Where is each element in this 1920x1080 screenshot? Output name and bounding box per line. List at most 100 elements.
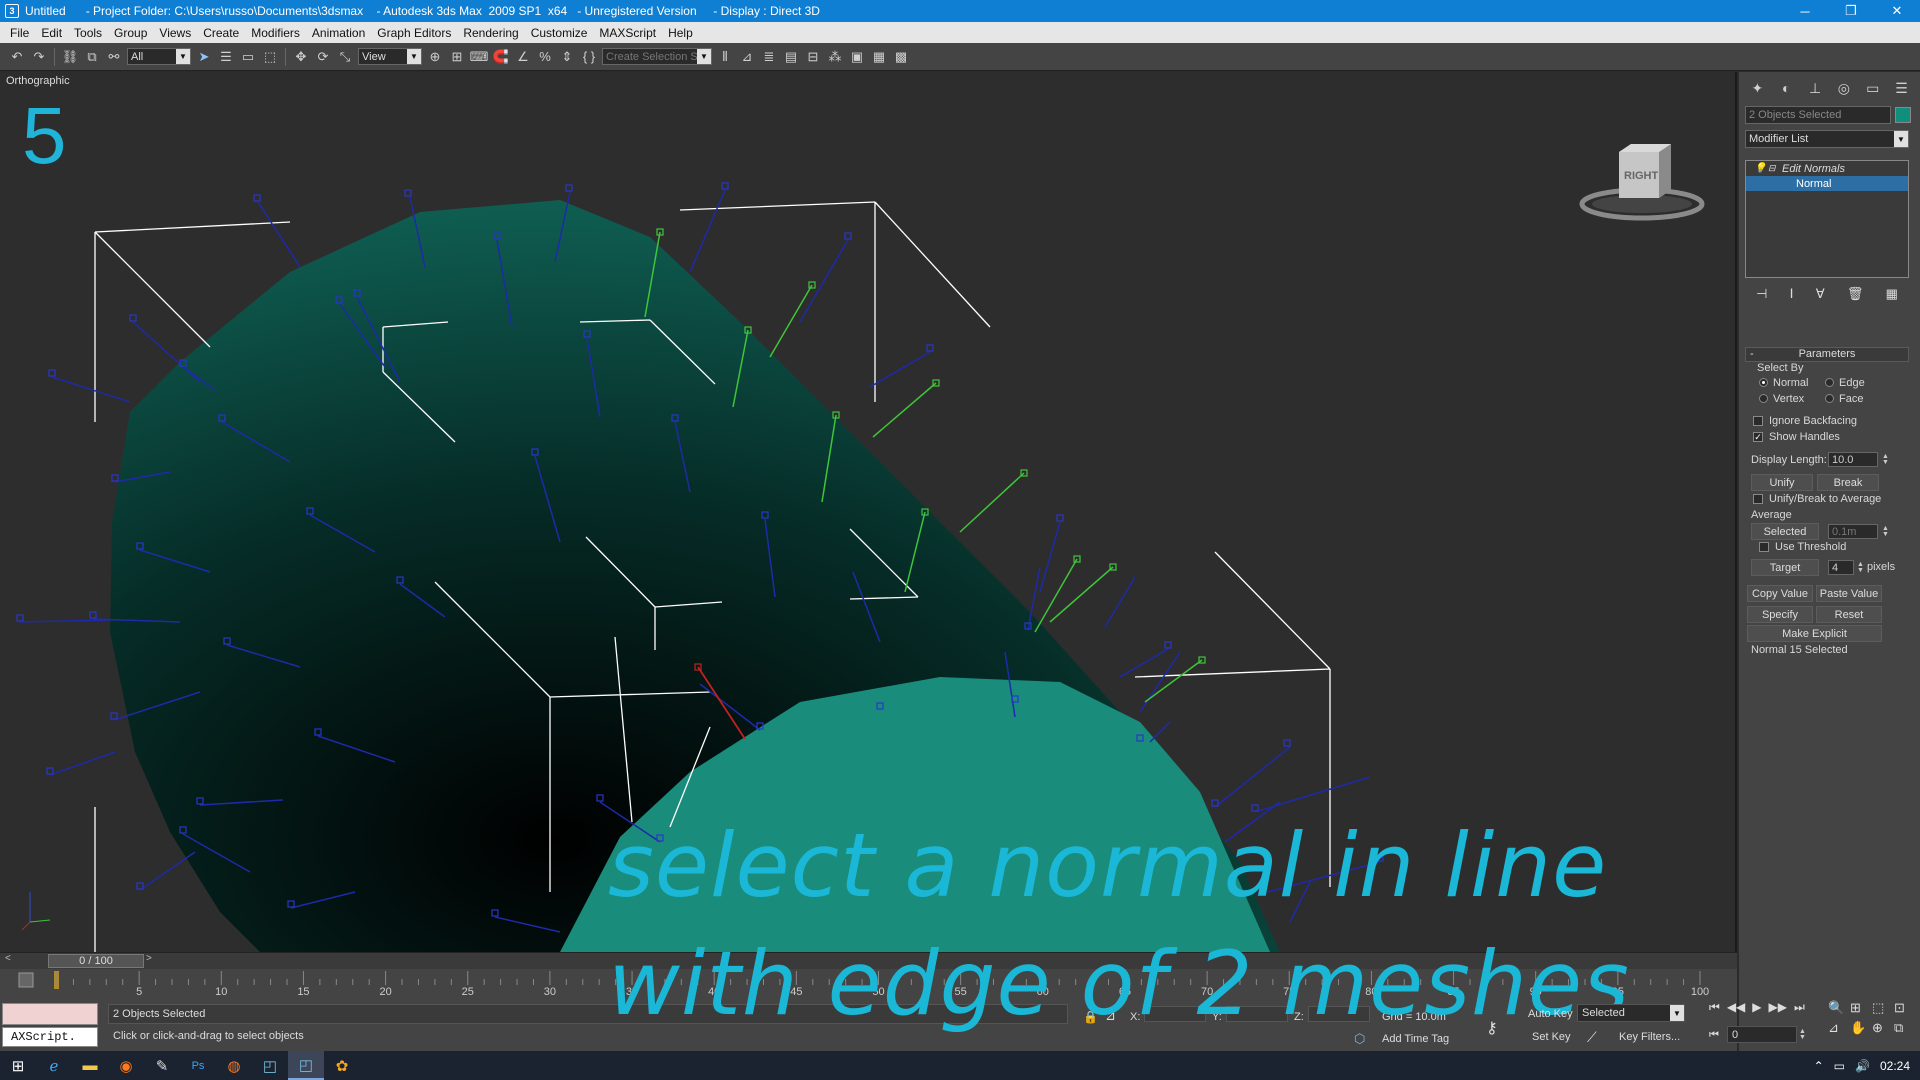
3dsmax-active-task-icon[interactable]: ◰: [288, 1051, 324, 1080]
paint-app-icon[interactable]: ✿: [324, 1051, 360, 1080]
pin-stack-icon[interactable]: ⊣: [1756, 286, 1767, 306]
set-key-icon[interactable]: ⟋: [1587, 1029, 1597, 1046]
chevron-up-icon[interactable]: ⌃: [1814, 1059, 1824, 1073]
lightbulb-icon[interactable]: 💡: [1754, 163, 1766, 174]
zoom-all-icon[interactable]: ⊞: [1850, 1000, 1872, 1016]
bind-spacewarp-icon[interactable]: ⚯: [105, 48, 123, 66]
orbit-icon[interactable]: ⊕: [1872, 1020, 1894, 1036]
zoom-extents-icon[interactable]: ⬚: [1872, 1000, 1894, 1016]
maxscript-listener-mini[interactable]: [2, 1003, 98, 1025]
display-tab-icon[interactable]: ▭: [1863, 78, 1883, 98]
angle-snap-icon[interactable]: ∠: [514, 48, 532, 66]
display-length-input[interactable]: 10.0: [1828, 452, 1878, 467]
stack-item-edit-normals[interactable]: 💡 ⊟ Edit Normals: [1746, 161, 1908, 176]
utilities-tab-icon[interactable]: ☰: [1892, 78, 1912, 98]
average-target-button[interactable]: Target: [1751, 559, 1819, 576]
radio-face[interactable]: [1825, 394, 1834, 403]
menu-modifiers[interactable]: Modifiers: [245, 26, 306, 40]
layer-manager-icon[interactable]: ≣: [760, 48, 778, 66]
specify-button[interactable]: Specify: [1747, 606, 1813, 623]
copy-value-button[interactable]: Copy Value: [1747, 585, 1813, 602]
3dsmax-task-icon[interactable]: ◰: [252, 1051, 288, 1080]
configure-sets-icon[interactable]: ▦: [1886, 286, 1898, 306]
undo-icon[interactable]: ↶: [8, 48, 26, 66]
clock[interactable]: 02:24: [1880, 1059, 1910, 1073]
select-link-icon[interactable]: ⛓: [61, 48, 79, 66]
show-handles-checkbox[interactable]: ✓: [1753, 432, 1763, 442]
menu-edit[interactable]: Edit: [35, 26, 68, 40]
menu-views[interactable]: Views: [153, 26, 197, 40]
spinner-arrows-icon[interactable]: ▲ ▼: [1882, 525, 1889, 538]
viewport-orthographic[interactable]: Orthographic 5 RIGHT select a normal in …: [0, 72, 1737, 952]
unify-break-avg-checkbox[interactable]: [1753, 494, 1763, 504]
menu-customize[interactable]: Customize: [525, 26, 594, 40]
next-frame-icon[interactable]: ▶▶: [1769, 1000, 1787, 1015]
next-frame-arrow-icon[interactable]: >: [146, 953, 152, 964]
show-end-result-icon[interactable]: Ⅰ: [1790, 286, 1794, 306]
quick-render-icon[interactable]: ▩: [892, 48, 910, 66]
volume-icon[interactable]: 🔊: [1855, 1059, 1870, 1073]
redo-icon[interactable]: ↷: [30, 48, 48, 66]
viewcube-face-label[interactable]: RIGHT: [1624, 170, 1658, 182]
goto-start-icon[interactable]: ⏮: [1709, 1000, 1720, 1015]
spinner-arrows-icon[interactable]: ▲ ▼: [1882, 453, 1889, 466]
select-manipulate-icon[interactable]: ⊞: [448, 48, 466, 66]
key-mode-dropdown[interactable]: Selected ▼: [1577, 1004, 1685, 1022]
zoom-extents-all-icon[interactable]: ⊡: [1894, 1000, 1916, 1016]
pivot-center-icon[interactable]: ⊕: [426, 48, 444, 66]
modifier-list-dropdown[interactable]: Modifier List ▼: [1745, 130, 1909, 148]
parameters-rollout[interactable]: - Parameters: [1745, 347, 1909, 362]
windows-start-icon[interactable]: ⊞: [0, 1051, 36, 1080]
use-threshold-checkbox[interactable]: [1759, 542, 1769, 552]
stack-item-normal[interactable]: Normal: [1746, 176, 1908, 191]
rendered-frame-icon[interactable]: ▦: [870, 48, 888, 66]
spinner-arrows-icon[interactable]: ▲ ▼: [1857, 561, 1864, 574]
curve-editor-icon[interactable]: ▤: [782, 48, 800, 66]
schematic-view-icon[interactable]: ⊟: [804, 48, 822, 66]
object-name-field[interactable]: 2 Objects Selected: [1745, 106, 1891, 124]
selection-filter-dropdown[interactable]: All ▼: [127, 48, 191, 65]
app-3dsmax-icon[interactable]: 3: [5, 4, 19, 18]
mirror-icon[interactable]: ⫴: [716, 48, 734, 66]
make-explicit-button[interactable]: Make Explicit: [1747, 625, 1882, 642]
menu-graph-editors[interactable]: Graph Editors: [371, 26, 457, 40]
motion-tab-icon[interactable]: ◎: [1834, 78, 1854, 98]
menu-help[interactable]: Help: [662, 26, 699, 40]
align-icon[interactable]: ⊿: [738, 48, 756, 66]
reset-button[interactable]: Reset: [1816, 606, 1882, 623]
window-crossing-icon[interactable]: ⬚: [261, 48, 279, 66]
auto-key-button[interactable]: Auto Key: [1528, 1008, 1573, 1020]
menu-maxscript[interactable]: MAXScript: [593, 26, 662, 40]
average-selected-button[interactable]: Selected: [1751, 523, 1819, 540]
rotate-icon[interactable]: ⟳: [314, 48, 332, 66]
menu-group[interactable]: Group: [108, 26, 153, 40]
key-filters-button[interactable]: Key Filters...: [1619, 1031, 1680, 1043]
menu-animation[interactable]: Animation: [306, 26, 371, 40]
current-frame-input[interactable]: 0: [1727, 1026, 1797, 1043]
viewport-label[interactable]: Orthographic: [6, 75, 70, 87]
unlink-icon[interactable]: ⧉: [83, 48, 101, 66]
close-button[interactable]: ✕: [1874, 0, 1920, 22]
select-object-icon[interactable]: ➤: [195, 48, 213, 66]
radio-normal[interactable]: [1759, 378, 1768, 387]
field-of-view-icon[interactable]: ⊿: [1828, 1020, 1850, 1036]
play-icon[interactable]: ▶: [1752, 1000, 1761, 1015]
spinner-snap-icon[interactable]: ⇕: [558, 48, 576, 66]
viewcube[interactable]: RIGHT: [1575, 132, 1705, 222]
menu-create[interactable]: Create: [197, 26, 245, 40]
named-selection-dropdown[interactable]: Create Selection Se ▼: [602, 48, 712, 65]
create-tab-icon[interactable]: ✦: [1747, 78, 1767, 98]
file-explorer-icon[interactable]: ▬: [72, 1051, 108, 1080]
maxscript-input[interactable]: AXScript.: [2, 1027, 98, 1047]
hierarchy-tab-icon[interactable]: ⊥: [1805, 78, 1825, 98]
average-selected-value[interactable]: 0.1m: [1828, 524, 1878, 539]
time-slider-thumb[interactable]: 0 / 100: [48, 954, 144, 968]
blender-icon[interactable]: ◍: [216, 1051, 252, 1080]
edge-browser-icon[interactable]: ℯ: [36, 1051, 72, 1080]
break-button[interactable]: Break: [1817, 474, 1879, 491]
target-value-input[interactable]: 4: [1828, 560, 1854, 575]
snaps-icon[interactable]: 🧲: [492, 48, 510, 66]
maximize-viewport-icon[interactable]: ⧉: [1894, 1020, 1916, 1036]
modify-tab-icon[interactable]: ◐: [1776, 78, 1796, 98]
material-editor-icon[interactable]: ⁂: [826, 48, 844, 66]
